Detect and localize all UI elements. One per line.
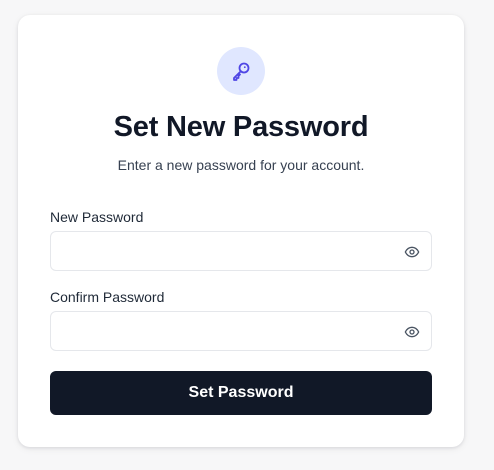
- page-title: Set New Password: [113, 111, 369, 143]
- eye-icon: [404, 326, 420, 338]
- new-password-visibility-toggle[interactable]: [403, 243, 421, 261]
- key-icon-badge: [217, 47, 265, 95]
- new-password-field: [50, 231, 432, 271]
- confirm-password-visibility-toggle[interactable]: [403, 323, 421, 341]
- eye-icon: [404, 246, 420, 258]
- new-password-label: New Password: [50, 209, 144, 225]
- set-password-button[interactable]: Set Password: [50, 371, 432, 415]
- set-password-card: Set New Password Enter a new password fo…: [18, 15, 464, 447]
- key-icon: [233, 62, 250, 81]
- page: Set New Password Enter a new password fo…: [0, 0, 494, 470]
- new-password-input[interactable]: [51, 232, 391, 270]
- confirm-password-input[interactable]: [51, 312, 391, 350]
- confirm-password-label: Confirm Password: [50, 289, 165, 305]
- confirm-password-field: [50, 311, 432, 351]
- page-subtitle: Enter a new password for your account.: [117, 157, 365, 173]
